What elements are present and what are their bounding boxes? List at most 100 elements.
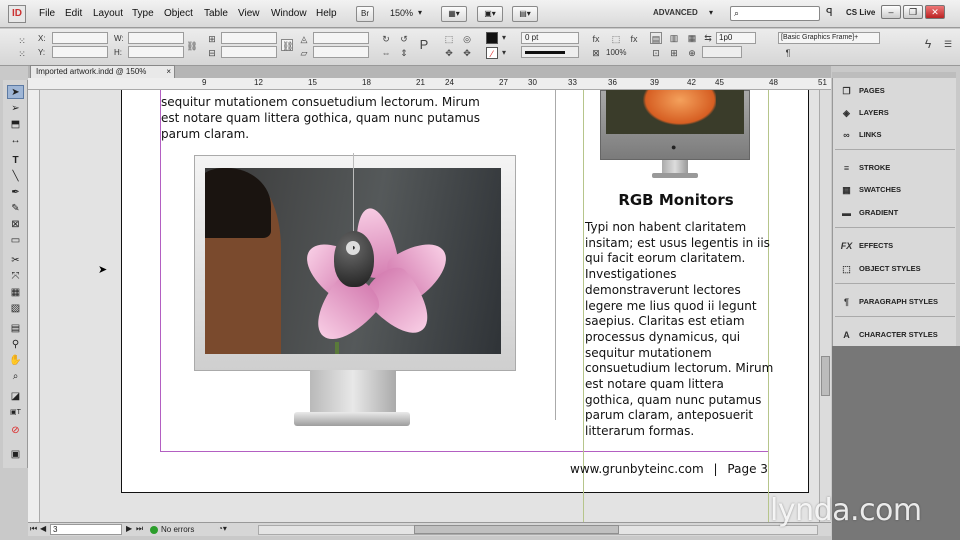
constrain-scale-icon[interactable]: ⛓ xyxy=(281,39,293,51)
rectangle-tool-icon[interactable]: ▭ xyxy=(7,234,24,248)
opacity-value[interactable]: 100% xyxy=(606,48,626,57)
close-tab-icon[interactable]: × xyxy=(166,67,171,76)
formatting-affects-icon[interactable]: ▣T xyxy=(7,406,24,420)
vertical-scroll-thumb[interactable] xyxy=(821,356,830,396)
gradient-swatch-tool-icon[interactable]: ▦ xyxy=(7,286,24,300)
clear-effects-icon[interactable]: ⬚ xyxy=(610,33,622,45)
reference-point-icon[interactable]: ⁙ xyxy=(16,35,28,47)
stroke-weight-field[interactable]: 0 pt xyxy=(521,32,579,44)
screen-mode-icon[interactable]: ▣ xyxy=(7,448,24,462)
lightning-icon[interactable]: ϟ xyxy=(922,38,934,50)
last-page-icon[interactable]: ⏭ xyxy=(136,524,143,534)
direct-selection-tool-icon[interactable]: ➢ xyxy=(7,102,24,116)
first-page-icon[interactable]: ⏮ xyxy=(30,524,37,534)
shear-field[interactable] xyxy=(313,46,369,58)
links-panel-button[interactable]: ∞ LINKS xyxy=(833,125,957,145)
rotate-cw-icon[interactable]: ↻ xyxy=(380,33,392,45)
bridge-button[interactable]: Br xyxy=(356,6,374,22)
scissors-tool-icon[interactable]: ✂ xyxy=(7,254,24,268)
monitor-graphic[interactable]: ◑ xyxy=(194,153,516,435)
character-styles-panel-button[interactable]: A CHARACTER STYLES xyxy=(833,325,957,345)
workspace-switcher[interactable]: ADVANCED xyxy=(653,8,698,17)
page-tool-icon[interactable]: ⬒ xyxy=(7,118,24,132)
text-wrap-none-icon[interactable]: ▤ xyxy=(650,32,662,44)
stroke-type-dropdown[interactable] xyxy=(521,46,579,58)
restore-button[interactable]: ❐ xyxy=(903,5,923,19)
zoom-dropdown-icon[interactable]: ▾ xyxy=(418,8,422,17)
minimize-button[interactable]: – xyxy=(881,5,901,19)
pen-tool-icon[interactable]: ✒ xyxy=(7,186,24,200)
effects-icon[interactable]: ⊠ xyxy=(590,47,602,59)
small-monitor-graphic[interactable]: ● xyxy=(600,90,750,182)
type-tool-icon[interactable]: T xyxy=(7,154,24,168)
preflight-status[interactable]: No errors xyxy=(161,525,194,534)
close-button[interactable]: ✕ xyxy=(925,5,945,19)
x-field[interactable] xyxy=(52,32,108,44)
pencil-tool-icon[interactable]: ✎ xyxy=(7,202,24,216)
flip-vertical-icon[interactable]: ⇕ xyxy=(398,47,410,59)
object-styles-panel-button[interactable]: ⬚ OBJECT STYLES xyxy=(833,259,957,279)
constrain-proportions-icon[interactable]: ⛓ xyxy=(186,40,198,52)
view-options-button[interactable]: ▦▾ xyxy=(441,6,467,22)
rectangle-frame-tool-icon[interactable]: ⊠ xyxy=(7,218,24,232)
note-tool-icon[interactable]: ▤ xyxy=(7,322,24,336)
zoom-level[interactable]: 150% xyxy=(390,8,413,18)
search-input[interactable]: ⌕ xyxy=(730,6,820,21)
rotation-field[interactable] xyxy=(313,32,369,44)
screen-mode-button[interactable]: ▣▾ xyxy=(477,6,503,22)
arrange-documents-button[interactable]: ▤▾ xyxy=(512,6,538,22)
menu-help[interactable]: Help xyxy=(316,8,337,19)
rotate-ccw-icon[interactable]: ↺ xyxy=(398,33,410,45)
vertical-scrollbar[interactable] xyxy=(819,90,831,522)
document-tab[interactable]: Imported artwork.indd @ 150% × xyxy=(30,65,175,78)
menu-view[interactable]: View xyxy=(238,8,260,19)
effects-panel-button[interactable]: fx EFFECTS xyxy=(833,236,957,256)
layers-panel-button[interactable]: ◈ LAYERS xyxy=(833,103,957,123)
reference-point-grid-icon[interactable]: ⁙ xyxy=(16,48,28,60)
menu-window[interactable]: Window xyxy=(271,8,307,19)
y-field[interactable] xyxy=(52,46,108,58)
gradient-panel-button[interactable]: ▬ GRADIENT xyxy=(833,203,957,223)
menu-layout[interactable]: Layout xyxy=(93,8,123,19)
gap-tool-icon[interactable]: ↔ xyxy=(7,134,24,148)
menu-table[interactable]: Table xyxy=(204,8,228,19)
vertical-ruler[interactable] xyxy=(28,90,40,522)
center-content-icon[interactable]: ⊕ xyxy=(686,47,698,59)
stroke-dropdown-icon[interactable]: ▾ xyxy=(502,48,506,57)
scale-y-field[interactable] xyxy=(221,46,277,58)
gradient-feather-tool-icon[interactable]: ▧ xyxy=(7,302,24,316)
w-field[interactable] xyxy=(128,32,184,44)
select-previous-icon[interactable]: ✥ xyxy=(443,47,455,59)
hand-tool-icon[interactable]: ✋ xyxy=(7,354,24,368)
body-text-frame[interactable]: sequitur mutationem consuetudium lectoru… xyxy=(161,94,491,142)
fit-frame-content-icon[interactable]: ⊞ xyxy=(668,47,680,59)
workspace-dropdown-icon[interactable]: ▾ xyxy=(709,8,713,17)
eyedropper-tool-icon[interactable]: ⚲ xyxy=(7,338,24,352)
pages-panel-button[interactable]: ❐ PAGES xyxy=(833,81,957,101)
text-wrap-shape-icon[interactable]: ▦ xyxy=(686,32,698,44)
previous-page-icon[interactable]: ◀ xyxy=(40,524,46,533)
cs-live-button[interactable]: CS Live xyxy=(846,8,875,17)
page-footer[interactable]: www.grunbyteinc.com | Page 3 xyxy=(570,462,770,476)
fill-dropdown-icon[interactable]: ▾ xyxy=(502,33,506,42)
zoom-tool-icon[interactable]: ⌕ xyxy=(7,370,24,384)
fit-content-frame-icon[interactable]: ⊡ xyxy=(650,47,662,59)
object-style-dropdown[interactable]: [Basic Graphics Frame]+ xyxy=(778,32,880,44)
menu-edit[interactable]: Edit xyxy=(65,8,82,19)
line-tool-icon[interactable]: ╲ xyxy=(7,170,24,184)
paragraph-styles-panel-button[interactable]: ¶ PARAGRAPH STYLES xyxy=(833,292,957,312)
menu-type[interactable]: Type xyxy=(132,8,154,19)
select-content-icon[interactable]: ◎ xyxy=(461,33,473,45)
horizontal-scroll-thumb[interactable] xyxy=(414,525,619,534)
fill-stroke-icon[interactable]: ◪ xyxy=(7,390,24,404)
panel-menu-icon[interactable]: ☰ xyxy=(942,38,954,50)
clear-overrides-icon[interactable]: ¶ xyxy=(782,47,794,59)
pasteboard[interactable]: sequitur mutationem consuetudium lectoru… xyxy=(40,90,819,522)
select-container-icon[interactable]: ⬚ xyxy=(443,33,455,45)
menu-file[interactable]: File xyxy=(39,8,55,19)
spacing-field[interactable]: 1p0 xyxy=(716,32,756,44)
next-page-icon[interactable]: ▶ xyxy=(126,524,132,533)
sidebar-heading[interactable]: RGB Monitors xyxy=(585,191,767,209)
text-wrap-box-icon[interactable]: ▥ xyxy=(668,32,680,44)
page-number-field[interactable]: 3 xyxy=(50,524,122,535)
